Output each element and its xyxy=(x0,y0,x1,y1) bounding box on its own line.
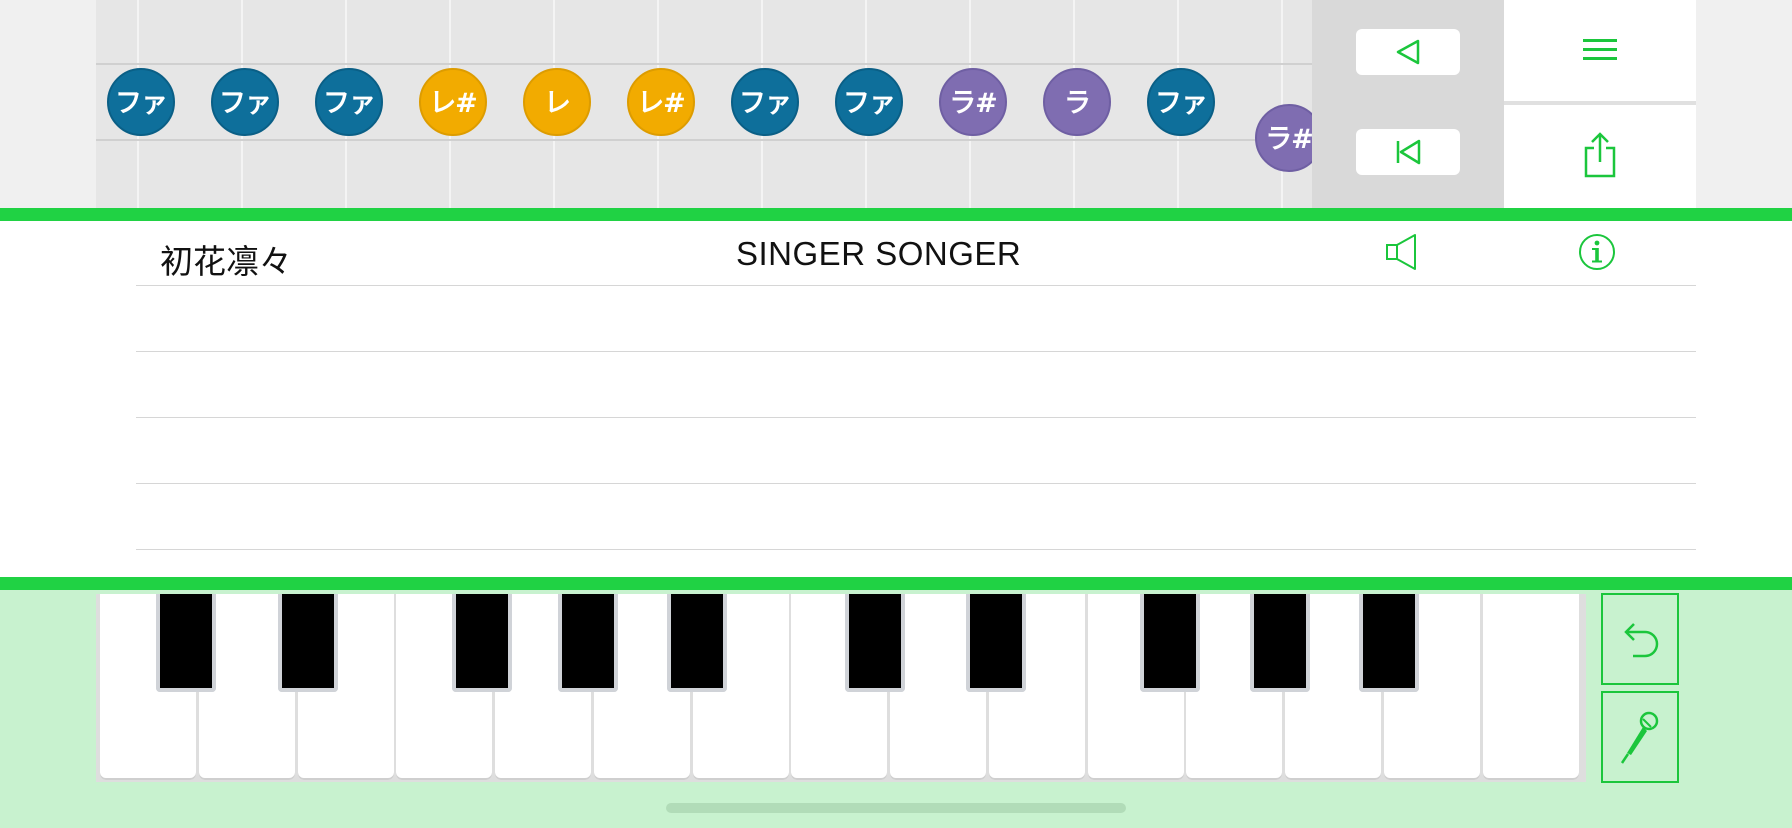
list-item[interactable] xyxy=(136,419,1696,484)
undo-button[interactable] xyxy=(1601,593,1679,685)
black-key[interactable] xyxy=(452,594,512,692)
note-bubble: ファ xyxy=(107,68,175,136)
black-key[interactable] xyxy=(667,594,727,692)
note-bubble: レ# xyxy=(627,68,695,136)
black-key[interactable] xyxy=(1140,594,1200,692)
note-bubble: レ xyxy=(523,68,591,136)
list-item[interactable] xyxy=(136,485,1696,550)
share-button[interactable] xyxy=(1504,105,1696,205)
note-bubble: ファ xyxy=(1147,68,1215,136)
list-item[interactable] xyxy=(136,353,1696,418)
note-bubble: ラ# xyxy=(939,68,1007,136)
piano-keyboard xyxy=(96,594,1586,782)
black-key[interactable] xyxy=(966,594,1026,692)
note-bubble: ラ xyxy=(1043,68,1111,136)
speaker-icon[interactable] xyxy=(1384,232,1424,272)
play-button[interactable] xyxy=(1356,29,1460,75)
microphone-icon xyxy=(1620,711,1659,764)
black-key[interactable] xyxy=(278,594,338,692)
hamburger-menu-icon xyxy=(1583,39,1617,60)
note-roll: ファ ファ ファ レ# レ レ# ファ ファ ラ# ラ ファ ラ# xyxy=(0,0,1792,208)
note-bubble: ファ xyxy=(835,68,903,136)
white-key[interactable] xyxy=(1483,594,1579,780)
home-indicator xyxy=(666,803,1126,813)
black-key[interactable] xyxy=(845,594,905,692)
black-key[interactable] xyxy=(1359,594,1419,692)
divider-bar xyxy=(0,208,1792,221)
song-title: SINGER SONGER xyxy=(736,235,1022,272)
list-item[interactable] xyxy=(136,287,1696,352)
note-bubble: ファ xyxy=(315,68,383,136)
skip-to-start-icon xyxy=(1396,139,1421,165)
share-icon xyxy=(1584,132,1616,178)
note-bubble: ファ xyxy=(731,68,799,136)
rewind-button[interactable] xyxy=(1356,129,1460,175)
undo-icon xyxy=(1624,623,1659,658)
list-item[interactable]: 初花凛々 SINGER SONGER xyxy=(136,221,1696,286)
microphone-button[interactable] xyxy=(1601,691,1679,783)
triangle-left-icon xyxy=(1396,39,1420,65)
playback-controls xyxy=(1312,0,1504,208)
black-key[interactable] xyxy=(1250,594,1310,692)
note-bubble: ラ# xyxy=(1255,104,1312,172)
black-key[interactable] xyxy=(156,594,216,692)
divider-bar xyxy=(0,577,1792,590)
keyboard-area xyxy=(0,590,1792,828)
song-list: 初花凛々 SINGER SONGER xyxy=(0,221,1792,577)
note-roll-track[interactable]: ファ ファ ファ レ# レ レ# ファ ファ ラ# ラ ファ ラ# xyxy=(96,0,1312,208)
note-bubble: レ# xyxy=(419,68,487,136)
black-key[interactable] xyxy=(558,594,618,692)
info-icon[interactable] xyxy=(1577,232,1617,272)
note-bubble: ファ xyxy=(211,68,279,136)
menu-button[interactable] xyxy=(1504,0,1696,100)
artist-name: 初花凛々 xyxy=(160,242,292,281)
menu-panel xyxy=(1504,0,1696,208)
